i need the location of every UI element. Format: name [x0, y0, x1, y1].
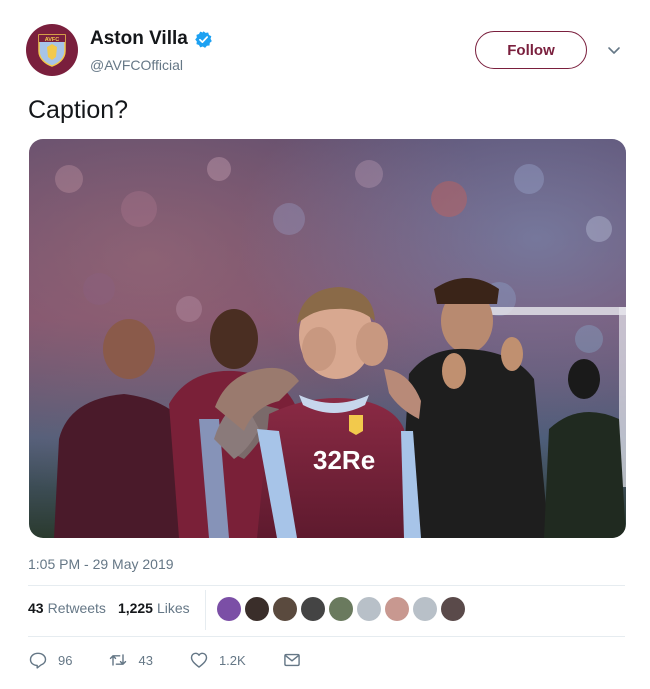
engagement-stats: 43 Retweets 1,225 Likes [28, 600, 202, 616]
liker-avatar[interactable] [385, 597, 409, 621]
reply-action[interactable]: 96 [28, 650, 72, 670]
crest-text: AVFC [45, 37, 60, 43]
reply-icon[interactable] [28, 650, 48, 670]
liker-avatar[interactable] [413, 597, 437, 621]
reply-count: 96 [58, 652, 73, 668]
tweet-timestamp[interactable]: 1:05 PM - 29 May 2019 [28, 556, 174, 572]
tweet-actions: 96 43 1.2K [28, 650, 338, 670]
liker-avatar[interactable] [245, 597, 269, 621]
account-handle[interactable]: @AVFCOfficial [90, 57, 183, 73]
likes-count[interactable]: 1,225 [118, 600, 153, 616]
liker-avatar[interactable] [441, 597, 465, 621]
retweets-label[interactable]: Retweets [48, 600, 106, 616]
account-name[interactable]: Aston Villa [90, 28, 188, 50]
retweet-icon[interactable] [108, 650, 128, 670]
tweet-card: AVFC Aston Villa @AVFCOfficial Follow Ca… [0, 0, 650, 689]
account-avatar[interactable]: AVFC [26, 24, 78, 76]
stats-divider [205, 590, 206, 630]
celebration-photo: 32Re [29, 139, 626, 538]
club-crest-icon: AVFC [38, 34, 66, 67]
chevron-down-icon[interactable] [606, 42, 622, 58]
dm-envelope-icon[interactable] [282, 650, 302, 670]
like-action-count: 1.2K [218, 652, 246, 668]
liker-avatars [217, 597, 465, 621]
tweet-text: Caption? [28, 96, 129, 124]
liker-avatar[interactable] [329, 597, 353, 621]
shirt-sponsor-text: 32Re [313, 445, 375, 475]
tweet-photo[interactable]: 32Re [29, 139, 626, 538]
liker-avatar[interactable] [217, 597, 241, 621]
liker-avatar[interactable] [273, 597, 297, 621]
divider [28, 585, 625, 586]
retweet-action-count: 43 [138, 652, 153, 668]
like-action[interactable]: 1.2K [189, 650, 246, 670]
likes-label[interactable]: Likes [157, 600, 190, 616]
follow-button[interactable]: Follow [475, 31, 587, 69]
verified-badge-icon [195, 30, 212, 48]
retweets-count[interactable]: 43 [28, 600, 44, 616]
dm-action[interactable] [282, 650, 302, 670]
heart-icon[interactable] [189, 650, 209, 670]
liker-avatar[interactable] [357, 597, 381, 621]
divider [28, 636, 625, 637]
retweet-action[interactable]: 43 [108, 650, 153, 670]
liker-avatar[interactable] [301, 597, 325, 621]
